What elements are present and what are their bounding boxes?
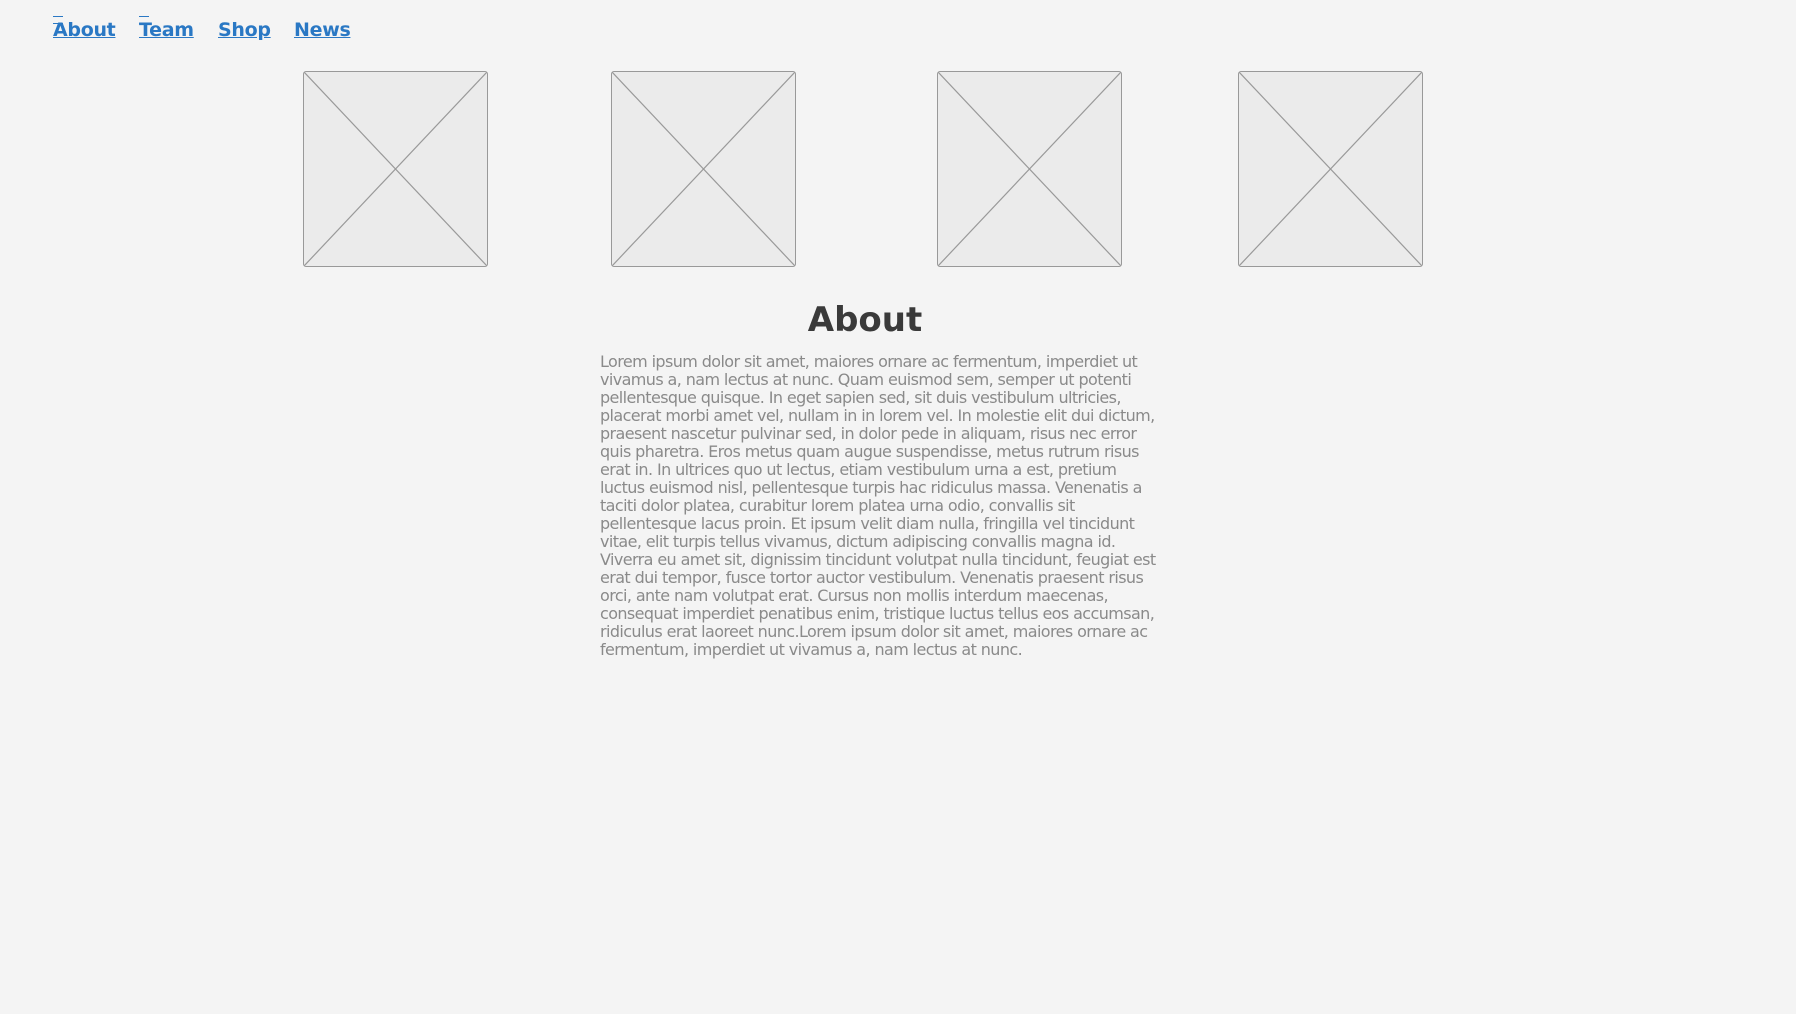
nav-link-about[interactable]: About bbox=[53, 19, 116, 41]
nav-link-shop[interactable]: Shop bbox=[218, 19, 271, 41]
page-title: About bbox=[807, 300, 923, 340]
image-placeholder-icon bbox=[938, 72, 1121, 266]
image-placeholder-icon bbox=[612, 72, 795, 266]
nav-link-news[interactable]: News bbox=[294, 19, 351, 41]
nav-link-team[interactable]: Team bbox=[139, 19, 194, 41]
image-placeholder-icon bbox=[304, 72, 487, 266]
image-placeholder-1 bbox=[303, 71, 488, 267]
image-placeholder-3 bbox=[937, 71, 1122, 267]
about-body-text: Lorem ipsum dolor sit amet, maiores orna… bbox=[600, 352, 1156, 659]
image-placeholder-2 bbox=[611, 71, 796, 267]
image-placeholder-icon bbox=[1239, 72, 1422, 266]
image-placeholder-4 bbox=[1238, 71, 1423, 267]
